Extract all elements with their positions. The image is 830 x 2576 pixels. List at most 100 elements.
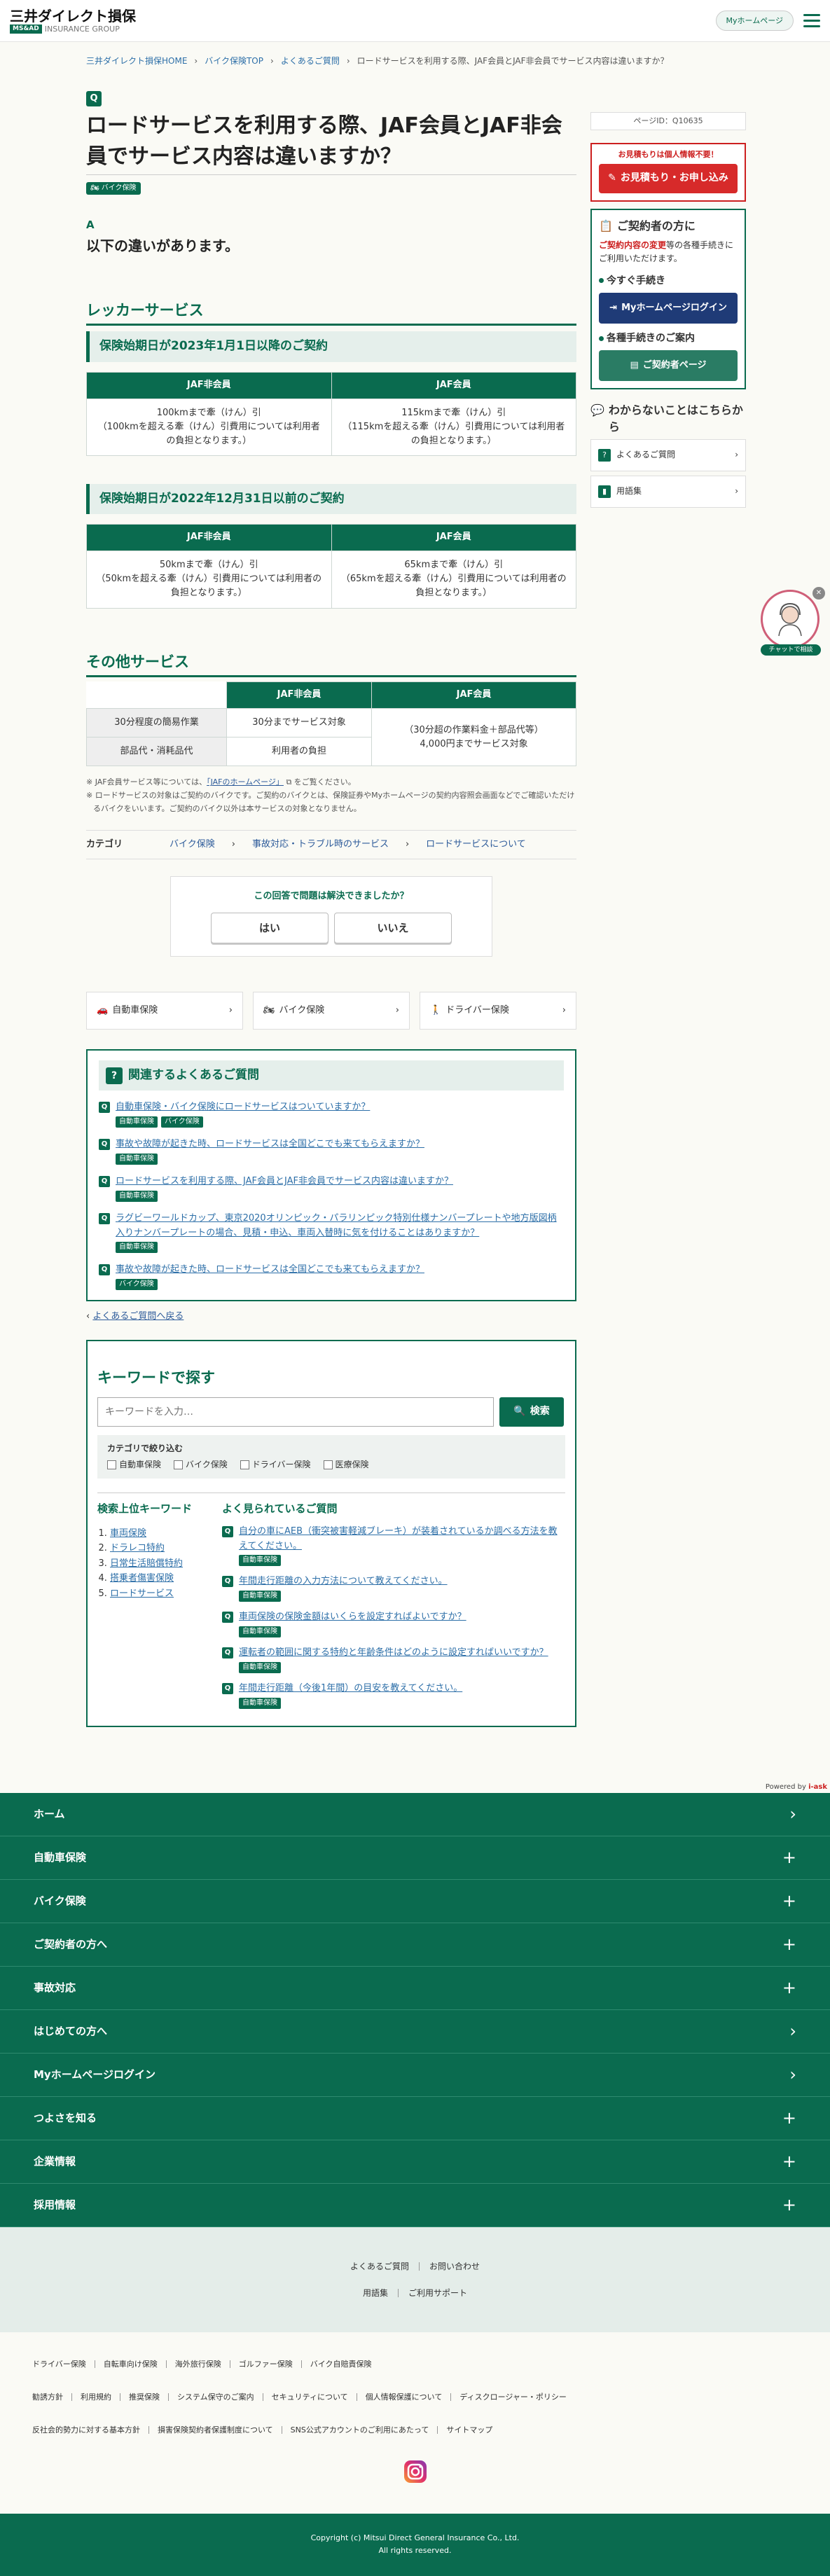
related-item: Q ロードサービスを利用する際、JAF会員とJAF非会員でサービス内容は違いますか… xyxy=(99,1175,564,1202)
related-link[interactable]: 自動車保険・バイク保険にロードサービスはついていますか？ xyxy=(116,1100,370,1115)
chat-label: チャットで相談 xyxy=(761,644,821,656)
estimate-button[interactable]: ✎ お見積もり・お申し込み xyxy=(599,163,738,193)
top-keyword-link[interactable]: 日常生活賠償特約 xyxy=(110,1558,183,1569)
footer-small-link[interactable]: 自転車向け保険 xyxy=(94,2360,166,2368)
jaf-homepage-link[interactable]: 「JAFのホームページ」 xyxy=(207,777,284,787)
checkbox-icon[interactable] xyxy=(240,1460,249,1469)
popular-link[interactable]: 車両保険の保険金額はいくらを設定すればよいですか？ xyxy=(239,1610,466,1625)
chevron-right-icon: › xyxy=(562,1004,566,1016)
footer-small-link[interactable]: システム保守のご案内 xyxy=(168,2393,263,2401)
product-links: 🚗 自動車保険 › 🏍 バイク保険 › 🚶 ドライバー保険 › xyxy=(86,992,576,1030)
logo-badge: MS&AD xyxy=(10,25,42,34)
footer-small-link[interactable]: 損害保険契約者保護制度について xyxy=(148,2425,282,2434)
category-checkbox[interactable]: 医療保険 xyxy=(323,1458,369,1471)
top-keyword-link[interactable]: ロードサービス xyxy=(110,1588,174,1599)
footer-small-link[interactable]: SNS公式アカウントのご利用にあたって xyxy=(281,2425,438,2434)
help-link-glossary[interactable]: ▮ 用語集 › xyxy=(590,475,746,508)
question-icon: Q xyxy=(222,1576,233,1588)
footer-small-link[interactable]: 勧誘方針 xyxy=(32,2393,71,2401)
footer-small-link[interactable]: ドライバー保険 xyxy=(32,2360,95,2368)
popular-heading: よく見られているご質問 xyxy=(222,1502,338,1515)
footer-small-link[interactable]: 反社会的勢力に対する基本方針 xyxy=(32,2426,148,2434)
checkbox-icon[interactable] xyxy=(107,1460,116,1469)
tag-badge: バイク保険 xyxy=(116,1279,158,1291)
category-link-road[interactable]: ロードサービスについて xyxy=(426,838,526,852)
related-link[interactable]: 事故や故障が起きた時、ロードサービスは全国どこでも来てもらえますか？ xyxy=(116,1137,424,1152)
keyword-search: キーワードで探す 🔍検索 カテゴリで絞り込む 自動車保険バイク保険ドライバー保険… xyxy=(86,1339,576,1727)
product-link-bike[interactable]: 🏍 バイク保険 › xyxy=(253,992,410,1030)
footer-small-link[interactable]: ゴルファー保険 xyxy=(229,2360,301,2368)
footer-small-link[interactable]: バイク自賠責保険 xyxy=(300,2360,380,2368)
popular-link[interactable]: 自分の車にAEB（衝突被害軽減ブレーキ）が装着されているか調べる方法を教えてくだ… xyxy=(239,1525,565,1554)
site-logo[interactable]: 三井ダイレクト損保 MS&AD INSURANCE GROUP xyxy=(10,8,136,34)
footer-nav-item[interactable]: つよさを知る + xyxy=(0,2096,830,2140)
footer-nav-item[interactable]: ホーム › xyxy=(0,1792,830,1836)
checkbox-icon[interactable] xyxy=(174,1460,184,1469)
footer-link-faq[interactable]: よくあるご質問 xyxy=(340,2262,419,2271)
back-link[interactable]: ‹ よくあるご質問へ戻る xyxy=(86,1310,576,1324)
category-link-bike[interactable]: バイク保険 xyxy=(170,838,215,852)
footer-link-glossary[interactable]: 用語集 xyxy=(353,2289,398,2297)
footer-nav-item[interactable]: バイク保険 + xyxy=(0,1879,830,1923)
instagram-icon[interactable] xyxy=(0,2459,830,2484)
footer-nav-item[interactable]: 企業情報 + xyxy=(0,2140,830,2184)
product-link-driver[interactable]: 🚶 ドライバー保険 › xyxy=(420,992,576,1030)
footer-nav-item[interactable]: 採用情報 + xyxy=(0,2183,830,2227)
cell-light-work-non: 30分までサービス対象 xyxy=(226,708,373,738)
top-keyword-link[interactable]: ドラレコ特約 xyxy=(110,1543,165,1553)
chat-widget[interactable]: チャットで相談 ✕ xyxy=(756,587,825,657)
footer-nav-item[interactable]: はじめての方へ › xyxy=(0,2009,830,2054)
notes: ※ JAF会員サービス等については、「JAFのホームページ」 ⧉ をご覧ください… xyxy=(86,776,576,815)
search-input[interactable] xyxy=(97,1397,494,1427)
footer-nav-item[interactable]: ご契約者の方へ + xyxy=(0,1923,830,1967)
checkbox-icon[interactable] xyxy=(323,1460,333,1469)
top-keyword-item: 搭乗者傷害保険 xyxy=(110,1571,202,1586)
footer-nav-item[interactable]: Myホームページログイン › xyxy=(0,2053,830,2097)
myhome-button[interactable]: Myホームページ xyxy=(715,10,794,32)
popular-link[interactable]: 運転者の範囲に関する特約と年齢条件はどのように設定すればいいですか？ xyxy=(239,1646,548,1661)
footer-nav-item[interactable]: 自動車保険 + xyxy=(0,1836,830,1880)
search-button[interactable]: 🔍 検索 xyxy=(499,1397,564,1427)
footer-small-links: ドライバー保険 自転車向け保険 海外旅行保険 ゴルファー保険 バイク自賠責保険勧誘方針利… xyxy=(0,2332,830,2434)
top-keyword-item: 日常生活賠償特約 xyxy=(110,1556,202,1571)
breadcrumb-home[interactable]: 三井ダイレクト損保HOME xyxy=(86,55,187,68)
footer-link-support[interactable]: ご利用サポート xyxy=(398,2288,477,2297)
footer-small-link[interactable]: セキュリティについて xyxy=(262,2393,357,2401)
top-keyword-link[interactable]: 搭乗者傷害保険 xyxy=(110,1573,174,1584)
contract-page-button[interactable]: ▤ ご契約者ページ xyxy=(599,350,738,382)
footer-small-link[interactable]: サイトマップ xyxy=(437,2425,501,2434)
popular-link[interactable]: 年間走行距離の入力方法について教えてください。 xyxy=(239,1574,448,1589)
category-checkbox[interactable]: バイク保険 xyxy=(174,1458,228,1471)
footer-small-link[interactable]: 個人情報保護について xyxy=(356,2393,451,2401)
related-link[interactable]: ロードサービスを利用する際、JAF会員とJAF非会員でサービス内容は違いますか？ xyxy=(116,1175,453,1189)
popular-item: Q 年間走行距離の入力方法について教えてください。 自動車保険 xyxy=(222,1574,565,1602)
myhome-login-button[interactable]: ⇥ Myホームページログイン xyxy=(599,292,738,324)
footer-link-contact[interactable]: お問い合わせ xyxy=(419,2262,490,2271)
help-link-faq[interactable]: ? よくあるご質問 › xyxy=(590,438,746,471)
menu-icon[interactable] xyxy=(803,14,820,27)
question-icon: Q xyxy=(99,1264,110,1276)
top-keyword-link[interactable]: 車両保険 xyxy=(110,1528,146,1539)
category-label: カテゴリ xyxy=(86,838,123,850)
footer-small-link[interactable]: ディスクロージャー・ポリシー xyxy=(450,2393,574,2401)
footer-nav-item[interactable]: 事故対応 + xyxy=(0,1966,830,2010)
related-link[interactable]: ラグビーワールドカップ、東京2020オリンピック・パラリンピック特別仕様ナンバー… xyxy=(116,1212,564,1241)
close-icon[interactable]: ✕ xyxy=(812,587,825,600)
product-link-car[interactable]: 🚗 自動車保険 › xyxy=(86,992,243,1030)
popular-link[interactable]: 年間走行距離（今後1年間）の目安を教えてください。 xyxy=(239,1682,462,1696)
breadcrumb-bike[interactable]: バイク保険TOP xyxy=(205,55,263,68)
document-icon: 📋 xyxy=(599,219,613,233)
footer-small-link[interactable]: 利用規約 xyxy=(71,2393,120,2401)
category-checkbox[interactable]: ドライバー保険 xyxy=(240,1458,311,1471)
survey-yes-button[interactable]: はい xyxy=(211,913,328,944)
related-link[interactable]: 事故や故障が起きた時、ロードサービスは全国どこでも来てもらえますか？ xyxy=(116,1263,424,1277)
survey-no-button[interactable]: いいえ xyxy=(334,913,452,944)
plus-icon: + xyxy=(782,1977,796,1997)
category-checkbox[interactable]: 自動車保険 xyxy=(107,1458,161,1471)
category-link-accident[interactable]: 事故対応・トラブル時のサービス xyxy=(252,838,389,852)
footer-small-link[interactable]: 推奨保険 xyxy=(120,2393,168,2401)
breadcrumb-faq[interactable]: よくあるご質問 xyxy=(281,55,340,68)
footer-small-link[interactable]: 海外旅行保険 xyxy=(165,2360,230,2368)
col-member: JAF会員 xyxy=(371,681,576,709)
related-item: Q 自動車保険・バイク保険にロードサービスはついていますか？ 自動車保険 バイク保険 xyxy=(99,1100,564,1128)
